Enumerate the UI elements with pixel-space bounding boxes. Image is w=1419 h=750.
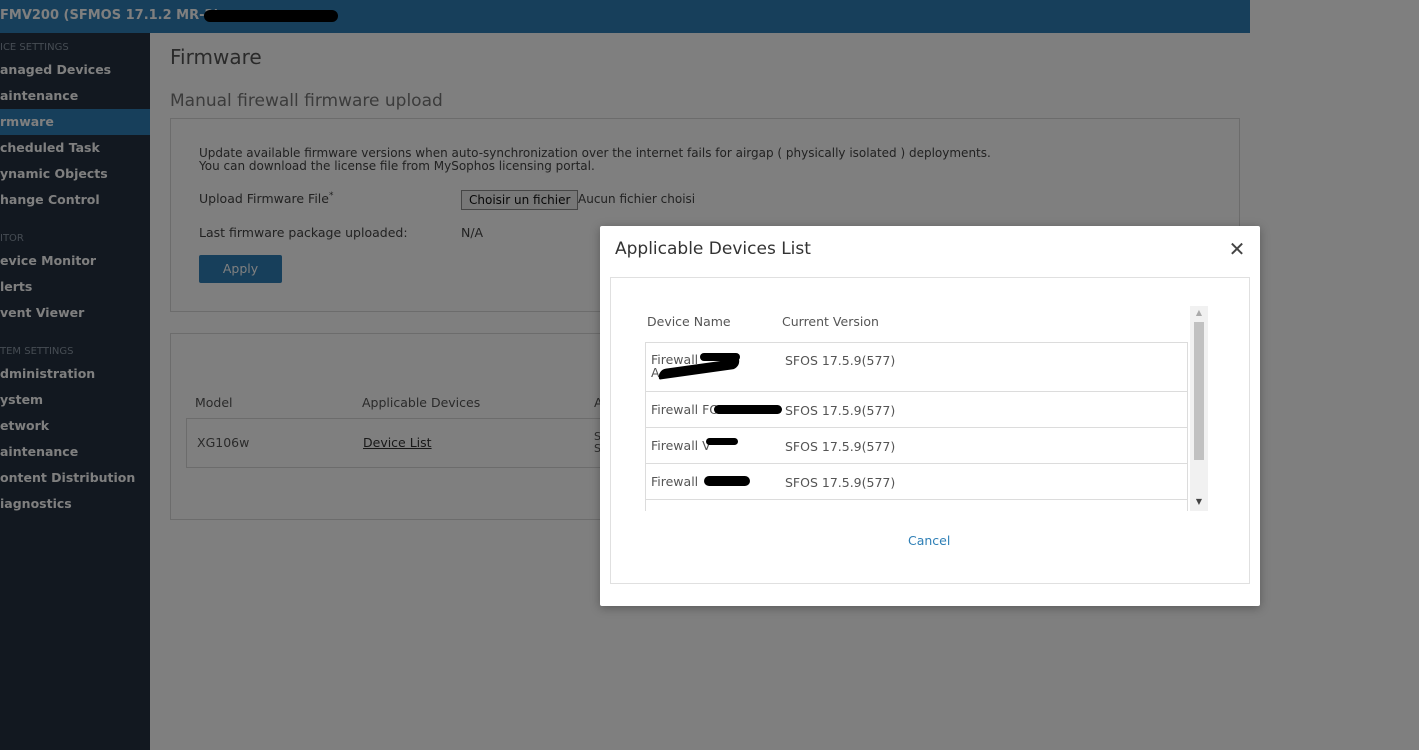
modal-title: Applicable Devices List xyxy=(615,239,811,259)
device-version: SFOS 17.5.9(577) xyxy=(785,439,896,454)
device-version: SFOS 17.5.9(577) xyxy=(785,403,896,418)
redacted-device-name xyxy=(706,438,738,445)
column-device-name: Device Name xyxy=(647,314,731,329)
list-item xyxy=(645,499,1188,511)
list-item: Firewall SFOS 17.5.9(577) xyxy=(645,463,1188,499)
device-name: Firewall xyxy=(651,474,699,489)
list-item: Firewall V SFOS 17.5.9(577) xyxy=(645,427,1188,463)
column-current-version: Current Version xyxy=(782,314,879,329)
scroll-down-icon[interactable]: ▼ xyxy=(1190,495,1208,509)
redacted-device-name xyxy=(704,476,750,486)
device-list: Device Name Current Version Firewall A S… xyxy=(645,306,1210,511)
list-item: Firewall FO SFOS 17.5.9(577) xyxy=(645,391,1188,427)
scroll-up-icon[interactable]: ▲ xyxy=(1190,306,1208,320)
redacted-device-name xyxy=(714,405,782,414)
close-icon[interactable]: ✕ xyxy=(1227,239,1247,259)
applicable-devices-modal: Applicable Devices List ✕ Device Name Cu… xyxy=(600,226,1260,606)
modal-body: Device Name Current Version Firewall A S… xyxy=(610,277,1250,584)
device-name: Firewall V xyxy=(651,438,711,453)
list-item: Firewall A SFOS 17.5.9(577) xyxy=(645,342,1188,391)
cancel-button[interactable]: Cancel xyxy=(908,533,950,548)
device-version: SFOS 17.5.9(577) xyxy=(785,475,896,490)
device-list-scrollbar[interactable]: ▲ ▼ xyxy=(1190,306,1208,511)
scrollbar-thumb[interactable] xyxy=(1194,322,1204,460)
device-name: Firewall FO xyxy=(651,402,720,417)
device-version: SFOS 17.5.9(577) xyxy=(785,353,896,368)
